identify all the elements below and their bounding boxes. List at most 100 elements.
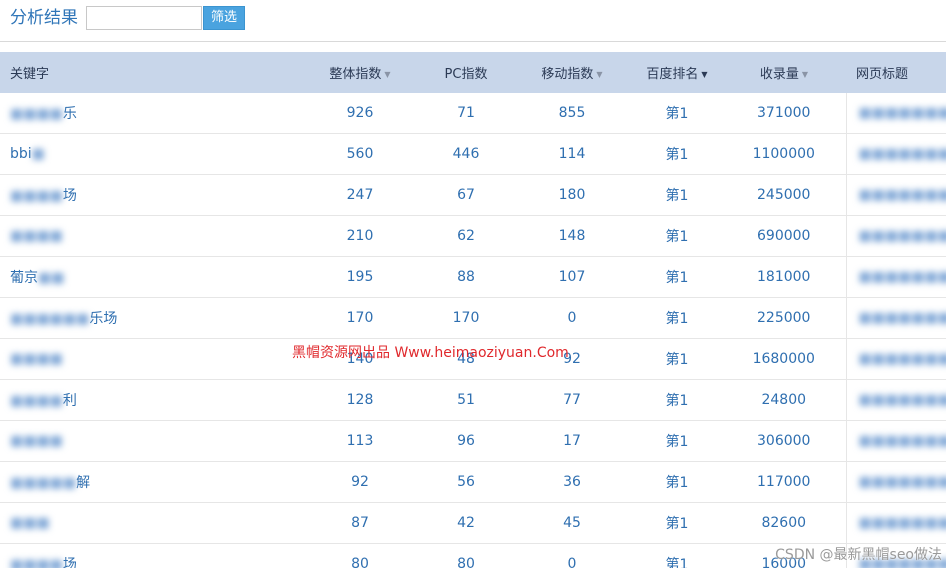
total-index-cell: 170 [300,297,420,339]
column-header-total-index[interactable]: 整体指数 ▼ [300,52,420,93]
keyword-text: 利 [62,393,77,409]
keyword-cell[interactable]: bbi■ [0,133,300,175]
indexed-count-cell[interactable]: 181000 [722,256,846,298]
table-row: ■■■■ 1139617第1306000 ■■■■■■■■■■■■■ [0,420,946,462]
keyword-masked: ■■■■ [10,351,63,367]
indexed-count-cell[interactable]: 82600 [722,502,846,544]
indexed-count-cell[interactable]: 225000 [722,297,846,339]
page-title-cell[interactable]: ■■■■■■■■■■■■■ [845,297,946,339]
watermark-text: 黑帽资源网出品 Www.heimaoziyuan.Com [292,345,569,361]
mobile-index-cell: 36 [512,461,632,503]
keyword-cell[interactable]: ■■■■■解 [0,461,300,503]
filter-button[interactable]: 筛选 [203,6,245,30]
page-title: 分析结果 [10,8,78,28]
baidu-rank-cell[interactable]: 第1 [632,297,722,339]
keyword-masked: ■■■■ [10,188,63,204]
pc-index-cell: 51 [420,379,512,421]
baidu-rank-cell[interactable]: 第1 [632,461,722,503]
filter-input[interactable] [86,6,202,30]
total-index-cell: 926 [300,93,420,134]
indexed-count-cell[interactable]: 24800 [722,379,846,421]
baidu-rank-cell[interactable]: 第1 [632,338,722,380]
keyword-cell[interactable]: ■■■■ [0,420,300,462]
mobile-index-cell: 0 [512,543,632,568]
table-row: 葡京■■19588107第1181000■■■■■■■■■■■■■ [0,256,946,298]
table-row: ■■■■■■乐场1701700第1225000■■■■■■■■■■■■■ [0,297,946,339]
indexed-count-cell[interactable]: 117000 [722,461,846,503]
page-title-masked: ■■■■■■■■■■■■■ [858,228,946,244]
keyword-cell[interactable]: ■■■■场 [0,543,300,568]
indexed-count-cell[interactable]: 371000 [722,93,846,134]
column-header-mobile-index[interactable]: 移动指数 ▼ [512,52,632,93]
sort-desc-icon: ▼ [384,70,391,79]
page-title-masked: ■■■■■■■■■■■■■ [858,310,946,326]
keyword-masked: ■■■■ [10,557,63,568]
column-header-indexed-count[interactable]: 收录量 ▼ [722,52,846,93]
keyword-cell[interactable]: ■■■■ [0,215,300,257]
pc-index-cell: 170 [420,297,512,339]
page-title-cell[interactable]: ■■■■■■■■■■■■■ [845,256,946,298]
pc-index-cell: 42 [420,502,512,544]
mobile-index-cell: 107 [512,256,632,298]
baidu-rank-cell[interactable]: 第1 [632,379,722,421]
keyword-masked: ■■■■ [10,393,63,409]
page-title-cell[interactable]: ■■■■■■■■■■■■■ [845,93,946,134]
table-row: ■■■ 874245第182600 ■■■■■■■■■■■■■ [0,502,946,544]
page-title-cell[interactable]: ■■■■■■■■■■■■■ [845,133,946,175]
table-row: ■■■■乐92671855第1371000■■■■■■■■■■■■■ [0,93,946,134]
baidu-rank-cell[interactable]: 第1 [632,502,722,544]
mobile-index-cell: 17 [512,420,632,462]
pc-index-cell: 67 [420,174,512,216]
page-title-cell[interactable]: ■■■■■■■■■■■■■ [845,461,946,503]
pc-index-cell: 80 [420,543,512,568]
pc-index-cell: 88 [420,256,512,298]
keyword-cell[interactable]: ■■■ [0,502,300,544]
baidu-rank-cell[interactable]: 第1 [632,420,722,462]
total-index-cell: 87 [300,502,420,544]
keyword-cell[interactable]: ■■■■ [0,338,300,380]
page-title-masked: ■■■■■■■■■■■■■ [858,187,946,203]
baidu-rank-cell[interactable]: 第1 [632,93,722,134]
page-title-cell[interactable]: ■■■■■■■■■■■■■ [845,215,946,257]
keyword-cell[interactable]: 葡京■■ [0,256,300,298]
keyword-masked: ■■■■■ [10,475,77,491]
keyword-cell[interactable]: ■■■■乐 [0,93,300,134]
keyword-cell[interactable]: ■■■■■■乐场 [0,297,300,339]
indexed-count-cell[interactable]: 690000 [722,215,846,257]
page-title-cell[interactable]: ■■■■■■■■■■■■■ [845,338,946,380]
indexed-count-cell[interactable]: 245000 [722,174,846,216]
page-title-masked: ■■■■■■■■■■■■■ [858,351,946,367]
total-index-cell: 195 [300,256,420,298]
column-header-keyword[interactable]: 关键字 [0,52,300,93]
baidu-rank-cell[interactable]: 第1 [632,174,722,216]
indexed-count-cell[interactable]: 1100000 [722,133,846,175]
indexed-count-cell[interactable]: 306000 [722,420,846,462]
table-header-row: 关键字 整体指数 ▼ PC指数 移动指数 ▼ 百度排名 ▼ 收录量 ▼ 网页标题 [0,52,946,93]
indexed-count-cell[interactable]: 1680000 [722,338,846,380]
keyword-text: bbi [10,146,32,162]
keyword-text: 葡京 [10,270,38,286]
mobile-index-cell: 855 [512,93,632,134]
keyword-masked: ■■■■ [10,106,63,122]
page-title-cell[interactable]: ■■■■■■■■■■■■■ [845,502,946,544]
keyword-masked: ■■ [38,270,65,286]
column-header-pc-index[interactable]: PC指数 [420,52,512,93]
baidu-rank-cell[interactable]: 第1 [632,215,722,257]
table-row: ■■■■ 21062148第1690000 ■■■■■■■■■■■■■ [0,215,946,257]
baidu-rank-cell[interactable]: 第1 [632,256,722,298]
baidu-rank-cell[interactable]: 第1 [632,543,722,568]
page-title-cell[interactable]: ■■■■■■■■■■■■■ [845,420,946,462]
table-row: ■■■■场24767180第1245000■■■■■■■■■■■■■ [0,174,946,216]
page-title-masked: ■■■■■■■■■■■■■ [858,269,946,285]
column-header-page-title: 网页标题 [846,52,946,93]
mobile-index-cell: 77 [512,379,632,421]
page-title-cell[interactable]: ■■■■■■■■■■■■■ [845,174,946,216]
pc-index-cell: 96 [420,420,512,462]
column-header-baidu-rank[interactable]: 百度排名 ▼ [632,52,722,93]
total-index-cell: 80 [300,543,420,568]
baidu-rank-cell[interactable]: 第1 [632,133,722,175]
page-title-masked: ■■■■■■■■■■■■■ [858,515,946,531]
keyword-cell[interactable]: ■■■■利 [0,379,300,421]
page-title-cell[interactable]: ■■■■■■■■■■■■■ [845,379,946,421]
keyword-cell[interactable]: ■■■■场 [0,174,300,216]
